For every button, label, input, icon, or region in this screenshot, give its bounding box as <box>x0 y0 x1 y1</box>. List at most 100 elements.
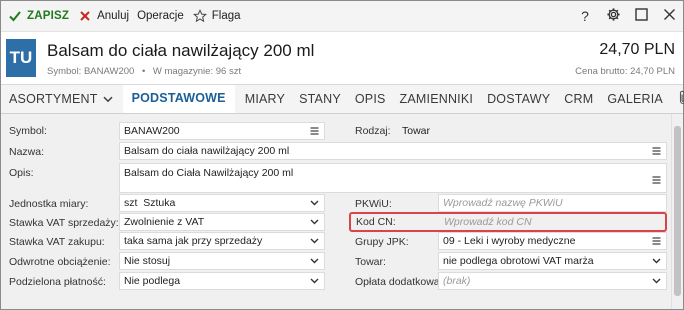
separator-dot: • <box>141 66 146 77</box>
chevron-down-icon <box>308 219 320 225</box>
scrollbar-thumb[interactable] <box>674 126 681 296</box>
jednostka-label: Jednostka miary: <box>9 198 89 210</box>
list-icon <box>650 147 662 155</box>
operations-menu[interactable]: Operacje <box>133 1 188 31</box>
help-button[interactable]: ? <box>571 1 599 31</box>
price-value: 24,70 PLN <box>599 41 675 58</box>
tab-podstawowe[interactable]: PODSTAWOWE <box>122 85 235 113</box>
tab-label: STANY <box>299 92 341 106</box>
form-area: Symbol: BANAW200 Rodzaj: Towar Nazwa: Ba… <box>1 114 671 309</box>
vat-zakupu-label: Stawka VAT zakupu: <box>9 236 105 248</box>
gear-icon <box>606 7 621 25</box>
rodzaj-value: Towar <box>402 125 431 137</box>
vat-sprzedazy-label: Stawka VAT sprzedaży: <box>9 217 119 229</box>
tab-label: ASORTYMENT <box>9 92 98 106</box>
list-icon <box>308 127 320 135</box>
chevron-down-icon <box>308 200 320 206</box>
list-icon <box>650 176 662 184</box>
star-icon <box>192 8 208 24</box>
kod-cn-label: Kod CN: <box>356 216 396 228</box>
kod-cn-placeholder: Wprowadź kod CN <box>444 216 532 228</box>
vat-sprzedazy-value: Zwolnienie z VAT <box>124 216 205 228</box>
close-icon <box>663 8 676 24</box>
nazwa-value: Balsam do ciała nawilżający 200 ml <box>124 145 290 157</box>
rodzaj-label: Rodzaj: <box>355 125 391 137</box>
symbol-field[interactable]: BANAW200 <box>119 122 325 140</box>
tab-crm[interactable]: CRM <box>557 85 600 113</box>
toolbar: ZAPISZ Anuluj Operacje Flaga ? <box>1 1 683 31</box>
nazwa-label: Nazwa: <box>9 146 45 158</box>
nazwa-field[interactable]: Balsam do ciała nawilżający 200 ml <box>119 142 667 160</box>
oplata-placeholder: (brak) <box>443 275 471 287</box>
pkwiu-label: PKWiU: <box>355 198 392 210</box>
grupy-jpk-label: Grupy JPK: <box>355 236 409 248</box>
close-button[interactable] <box>655 1 683 31</box>
tab-dostawy[interactable]: DOSTAWY <box>480 85 557 113</box>
towar-select[interactable]: nie podlega obrotowi VAT marża <box>438 252 667 270</box>
page-title: Balsam do ciała nawilżający 200 ml <box>47 41 315 60</box>
tab-asortyment[interactable]: ASORTYMENT <box>1 85 120 113</box>
podzielona-label: Podzielona płatność: <box>9 276 106 288</box>
tab-label: DOSTAWY <box>487 92 551 106</box>
symbol-value: BANAW200 <box>124 125 180 137</box>
question-icon: ? <box>581 8 589 24</box>
grupy-jpk-field[interactable]: 09 - Leki i wyroby medyczne <box>438 232 667 250</box>
vertical-scrollbar[interactable] <box>671 114 683 309</box>
tab-attachments[interactable] <box>670 85 684 113</box>
chevron-down-icon <box>308 278 320 284</box>
paperclip-icon <box>677 90 684 108</box>
close-x-icon <box>77 8 93 24</box>
opis-field[interactable]: Balsam do Ciała Nawilżający 200 ml <box>119 163 667 193</box>
opis-value: Balsam do Ciała Nawilżający 200 ml <box>124 167 294 179</box>
chevron-down-icon <box>650 278 662 284</box>
grupy-jpk-value: 09 - Leki i wyroby medyczne <box>443 235 576 247</box>
list-icon <box>650 237 662 245</box>
chevron-down-icon <box>308 238 320 244</box>
tab-label: GALERIA <box>607 92 663 106</box>
flag-button[interactable]: Flaga <box>188 1 245 31</box>
checkmark-icon <box>7 8 23 24</box>
tab-zamienniki[interactable]: ZAMIENNIKI <box>393 85 481 113</box>
chevron-down-icon <box>103 96 113 103</box>
odwrotne-value: Nie stosuj <box>124 255 171 267</box>
towar-value: nie podlega obrotowi VAT marża <box>443 255 594 267</box>
cancel-label: Anuluj <box>97 10 130 22</box>
podzielona-select[interactable]: Nie podlega <box>119 272 325 290</box>
avatar: TU <box>6 39 36 77</box>
kod-cn-highlight[interactable]: Kod CN: Wprowadź kod CN <box>349 212 667 232</box>
symbol-text: Symbol: BANAW200 <box>47 66 135 77</box>
tab-stany[interactable]: STANY <box>292 85 348 113</box>
tab-opis[interactable]: OPIS <box>348 85 393 113</box>
oplata-label: Opłata dodatkowa: <box>355 276 443 288</box>
tab-label: OPIS <box>354 92 386 106</box>
oplata-select[interactable]: (brak) <box>438 272 667 290</box>
pkwiu-input[interactable]: Wprowadź nazwę PKWiU <box>438 194 667 212</box>
vat-sprzedazy-select[interactable]: Zwolnienie z VAT <box>119 213 325 231</box>
tab-label: MIARY <box>244 92 286 106</box>
flag-label: Flaga <box>211 10 241 22</box>
tab-label: ZAMIENNIKI <box>399 92 474 106</box>
cancel-button[interactable]: Anuluj <box>73 1 133 31</box>
opis-label: Opis: <box>9 167 34 179</box>
towar-label: Towar: <box>355 256 386 268</box>
maximize-button[interactable] <box>627 1 655 31</box>
product-subtitle: Symbol: BANAW200 • W magazynie: 96 szt <box>47 66 241 77</box>
chevron-down-icon <box>308 258 320 264</box>
save-button[interactable]: ZAPISZ <box>3 1 73 31</box>
symbol-label: Symbol: <box>9 125 47 137</box>
pkwiu-placeholder: Wprowadź nazwę PKWiU <box>443 197 563 209</box>
tab-miary[interactable]: MIARY <box>238 85 292 113</box>
vat-zakupu-value: taka sama jak przy sprzedaży <box>124 235 263 247</box>
operations-label: Operacje <box>137 10 184 22</box>
vat-zakupu-select[interactable]: taka sama jak przy sprzedaży <box>119 232 325 250</box>
tab-galeria[interactable]: GALERIA <box>600 85 670 113</box>
podzielona-value: Nie podlega <box>124 275 181 287</box>
maximize-icon <box>634 8 648 24</box>
stock-text: W magazynie: 96 szt <box>152 66 242 77</box>
chevron-down-icon <box>650 258 662 264</box>
odwrotne-label: Odwrotne obciążenie: <box>9 256 111 268</box>
settings-button[interactable] <box>599 1 627 31</box>
jednostka-select[interactable]: szt Sztuka <box>119 194 325 212</box>
tab-label: CRM <box>564 92 594 106</box>
odwrotne-select[interactable]: Nie stosuj <box>119 252 325 270</box>
